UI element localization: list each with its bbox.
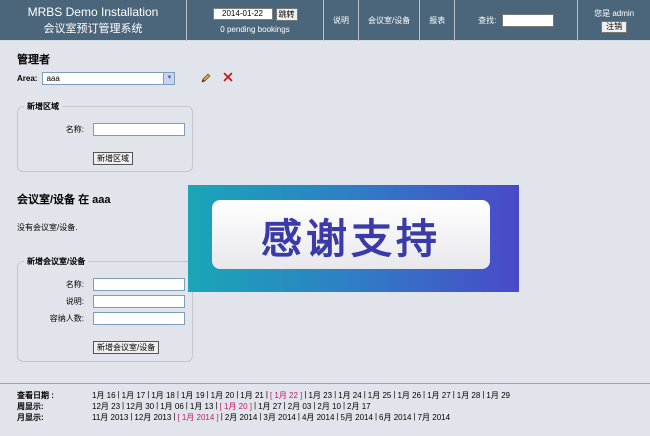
user-label[interactable]: 您是 admin [594,8,634,19]
footer-day-link[interactable]: 1月 27 [427,390,451,400]
footer-day-row: 查看日期 : 1月 16 | 1月 17 | 1月 18 | 1月 19 | 1月 20 | 1月 … [17,390,510,400]
footer-day-link[interactable]: 1月 29 [486,390,510,400]
footer-day-link[interactable]: 1月 20 [211,390,235,400]
footer-day-link[interactable]: 1月 28 [457,390,481,400]
footer-day-link[interactable]: 1月 21 [240,390,264,400]
footer-month-link[interactable]: 6月 2014 [379,412,411,422]
footer-week-link[interactable]: 2月 03 [288,401,312,411]
footer-week-link[interactable]: [ 1月 20 ] [220,401,252,411]
footer-month-link[interactable]: 4月 2014 [302,412,334,422]
room-desc-label: 说明: [65,297,84,306]
thanks-overlay-image: 感谢支持 [188,185,519,292]
footer-month-label: 月显示: [17,413,44,422]
chevron-down-icon[interactable]: ▼ [163,73,175,84]
footer-week-link[interactable]: 2月 17 [347,401,371,411]
footer-week-link[interactable]: 1月 27 [258,401,282,411]
thanks-panel: 感谢支持 [212,200,490,269]
nav-help-link[interactable]: 说明 [324,15,358,26]
footer-day-link[interactable]: 1月 24 [338,390,362,400]
nav-rooms-link[interactable]: 会议室/设备 [359,15,419,26]
new-area-form: 新增区域 名称: 新增区域 [17,101,193,172]
add-room-button[interactable]: 新增会议室/设备 [93,341,160,354]
add-area-button[interactable]: 新增区域 [93,152,133,165]
footer-week-link[interactable]: 1月 06 [160,401,184,411]
footer-nav: 查看日期 : 1月 16 | 1月 17 | 1月 18 | 1月 19 | 1月 20 | 1月 … [0,383,650,422]
area-label: Area: [17,74,38,83]
area-name-input[interactable] [93,123,185,136]
site-logo[interactable]: MRBS Demo Installation 会议室预订管理系统 [0,0,186,41]
pencil-icon[interactable] [201,73,211,83]
footer-day-link[interactable]: 1月 19 [181,390,205,400]
top-banner: MRBS Demo Installation 会议室预订管理系统 2014-01… [0,0,650,41]
footer-month-link[interactable]: 12月 2013 [134,412,171,422]
search-label: 查找: [478,16,497,25]
logout-button[interactable]: 注销 [601,21,628,33]
footer-month-link[interactable]: 2月 2014 [225,412,257,422]
footer-day-link[interactable]: 1月 26 [397,390,421,400]
new-room-form: 新增会议室/设备 名称: 说明: 容纳人数: 新增会议室/设备 [17,256,193,362]
go-button[interactable]: 跳转 [275,7,298,21]
room-capacity-label: 容纳人数: [49,314,84,323]
new-area-legend: 新增区域 [27,102,59,111]
nav-report-cell: 报表 [419,0,454,41]
thanks-text: 感谢支持 [261,214,441,263]
footer-week-label: 周显示: [17,402,44,411]
footer-week-link[interactable]: 2月 10 [317,401,341,411]
site-subtitle: 会议室预订管理系统 [43,23,143,35]
nav-rooms-cell: 会议室/设备 [358,0,419,41]
footer-month-link[interactable]: 7月 2014 [418,412,450,422]
footer-day-links: 1月 16 | 1月 17 | 1月 18 | 1月 19 | 1月 20 | 1月 21 |[ 1月… [92,390,510,400]
area-selector-row: Area: aaa ▼ [17,72,176,85]
area-name-label: 名称: [65,125,84,134]
footer-week-link[interactable]: 1月 13 [190,401,214,411]
room-name-input[interactable] [93,278,185,291]
footer-month-link[interactable]: 11月 2013 [92,412,128,422]
search-input[interactable] [502,14,555,27]
footer-day-link[interactable]: 1月 18 [151,390,175,400]
area-selected-value: aaa [46,74,60,83]
room-desc-input[interactable] [93,295,185,308]
footer-month-links: 11月 2013 | 12月 2013 |[ 1月 2014 ] | 2月 2014 | 3月… [92,412,450,422]
nav-help-cell: 说明 [323,0,358,41]
nav-report-link[interactable]: 报表 [420,15,454,26]
footer-day-link[interactable]: [ 1月 22 ] [270,390,302,400]
rooms-title: 会议室/设备 在 aaa [17,194,111,206]
delete-icon[interactable] [223,72,233,82]
footer-day-link[interactable]: 1月 17 [122,390,146,400]
footer-month-link[interactable]: 3月 2014 [263,412,295,422]
footer-week-row: 周显示: 12月 23 | 12月 30 | 1月 06 | 1月 13 |[ 1月 20 ]… [17,401,371,411]
footer-week-link[interactable]: 12月 23 [92,401,120,411]
footer-month-row: 月显示: 11月 2013 | 12月 2013 |[ 1月 2014 ] | 2月 20… [17,412,450,422]
footer-day-link[interactable]: 1月 23 [308,390,332,400]
room-capacity-input[interactable] [93,312,185,325]
search-cell: 查找: [454,0,577,41]
pending-bookings-link[interactable]: 0 pending bookings [220,25,289,34]
no-rooms-message: 没有会议室/设备. [17,223,78,232]
page-title: 管理者 [17,54,50,66]
new-room-legend: 新增会议室/设备 [27,257,86,266]
footer-week-links: 12月 23 | 12月 30 | 1月 06 | 1月 13 |[ 1月 20 ] | 1月 2… [92,401,371,411]
date-input[interactable]: 2014-01-22 [212,8,273,20]
footer-day-link[interactable]: 1月 25 [368,390,392,400]
footer-day-label: 查看日期 : [17,391,54,400]
footer-month-link[interactable]: [ 1月 2014 ] [177,412,218,422]
user-cell: 您是 admin 注销 [577,0,650,41]
site-title: MRBS Demo Installation [27,5,159,19]
footer-day-link[interactable]: 1月 16 [92,390,116,400]
room-name-label: 名称: [65,280,84,289]
area-select[interactable]: aaa ▼ [42,72,176,85]
date-jump: 2014-01-22 跳转 0 pending bookings [186,0,323,41]
footer-month-link[interactable]: 5月 2014 [340,412,372,422]
footer-week-link[interactable]: 12月 30 [126,401,154,411]
